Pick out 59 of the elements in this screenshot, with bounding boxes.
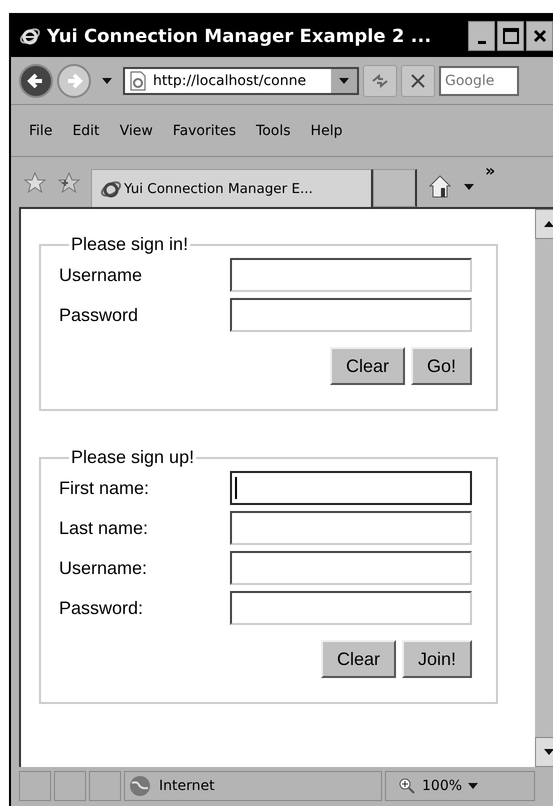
text-cursor (235, 477, 237, 499)
field-label: Password (59, 304, 140, 326)
menu-item[interactable]: Favorites (172, 122, 236, 138)
menu-item[interactable]: File (29, 122, 52, 138)
refresh-button[interactable] (363, 64, 397, 96)
scroll-down-icon[interactable] (542, 748, 553, 756)
address-field[interactable]: http://localhost/conne (123, 66, 359, 94)
form-button[interactable]: Clear (320, 640, 396, 678)
field-label: First name: (59, 478, 150, 498)
status-panel (19, 771, 51, 801)
add-favorite-icon[interactable] (57, 171, 81, 195)
input-field[interactable] (230, 591, 472, 625)
form-button[interactable]: Join! (402, 640, 472, 678)
more-chevron[interactable]: » (485, 161, 496, 180)
menu-item[interactable]: Tools (256, 122, 291, 138)
zoom-icon (398, 777, 416, 795)
dropdown-icon (468, 783, 478, 789)
security-zone: Internet (159, 778, 215, 794)
field-label: Username: (59, 558, 148, 578)
close-button[interactable] (526, 21, 553, 51)
minimize-button[interactable] (468, 21, 495, 51)
new-tab-button[interactable] (373, 169, 417, 207)
window-title: Yui Connection Manager Example 2 ... (47, 26, 432, 46)
scroll-up-icon[interactable] (542, 220, 553, 228)
form-button[interactable]: Clear (330, 347, 405, 385)
refresh-arrows-icon (370, 72, 390, 90)
status-panel (89, 771, 121, 801)
stop-button[interactable] (401, 64, 435, 96)
dropdown-icon[interactable] (101, 76, 113, 84)
dropdown-icon (338, 76, 350, 84)
minimize-icon (478, 40, 486, 44)
form-legend: Please sign up! (69, 447, 196, 468)
status-panel (54, 771, 86, 801)
form-legend: Please sign in! (69, 234, 190, 255)
field-label: Last name: (59, 518, 150, 538)
dropdown-icon[interactable] (463, 183, 475, 191)
form-button[interactable]: Go! (410, 347, 472, 385)
close-icon (532, 29, 546, 43)
input-field[interactable] (230, 511, 472, 545)
search-field[interactable]: Google (439, 66, 519, 96)
input-field[interactable] (230, 551, 472, 585)
page-icon (129, 70, 147, 90)
maximize-icon (502, 28, 518, 44)
zoom-control[interactable]: 100% (385, 771, 535, 801)
globe-icon (129, 775, 151, 797)
maximize-button[interactable] (497, 21, 524, 51)
favorites-star-icon[interactable] (23, 171, 47, 195)
menu-item[interactable]: View (120, 122, 153, 138)
input-field[interactable] (230, 298, 472, 332)
menu-item[interactable]: Edit (72, 122, 100, 138)
input-field[interactable] (230, 258, 472, 292)
back-button[interactable] (19, 64, 53, 98)
field-label: Password: (59, 598, 144, 618)
menu-item[interactable]: Help (310, 122, 342, 138)
input-field[interactable] (230, 471, 472, 505)
browser-tab[interactable]: Yui Connection Manager E... (91, 169, 373, 207)
home-icon[interactable] (427, 173, 453, 199)
stop-icon (410, 72, 426, 88)
field-label: Username (59, 264, 144, 286)
